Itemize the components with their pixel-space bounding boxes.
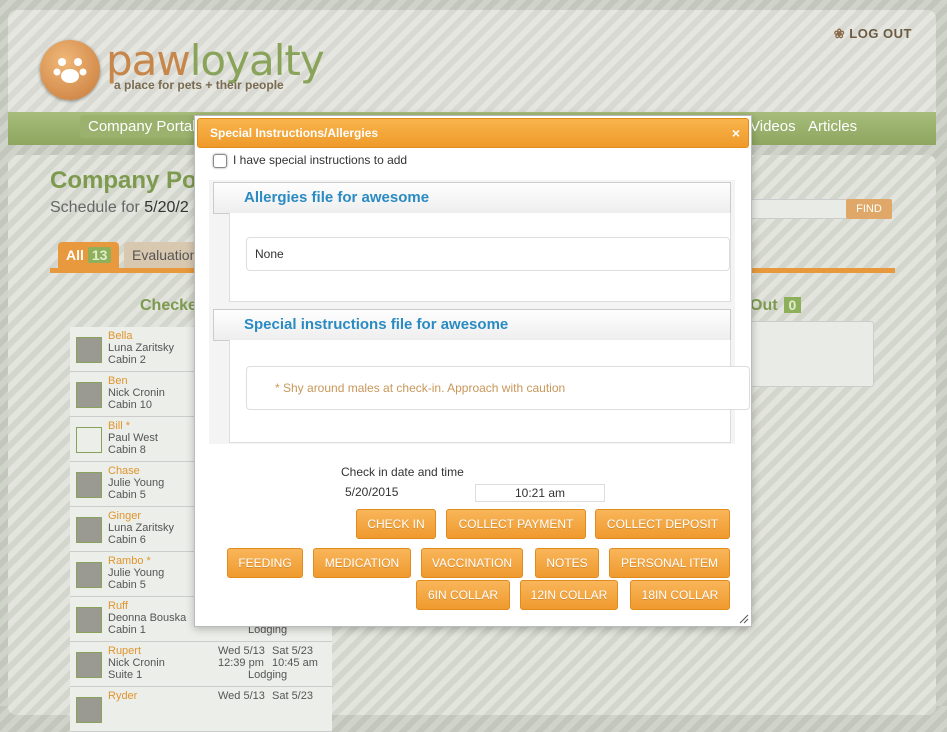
instructions-scroll-area[interactable]: Allergies file for awesome None Special … — [209, 180, 750, 444]
collar-18in-button[interactable]: 18IN COLLAR — [630, 580, 730, 610]
pet-photo — [76, 562, 102, 588]
tab-all[interactable]: All 13 — [58, 242, 120, 268]
personal-item-button[interactable]: PERSONAL ITEM — [609, 548, 730, 578]
paw-logo-icon[interactable] — [40, 40, 100, 100]
feeding-button[interactable]: FEEDING — [227, 548, 303, 578]
schedule-label: Schedule for 5/20/2 — [50, 199, 189, 216]
checkbox-label[interactable]: I have special instructions to add — [233, 153, 407, 167]
dialog-title: Special Instructions/Allergies — [210, 126, 379, 140]
pet-photo — [76, 697, 102, 723]
instructions-field[interactable]: * Shy around males at check-in. Approach… — [246, 366, 750, 410]
collect-payment-button[interactable]: COLLECT PAYMENT — [446, 509, 586, 539]
special-instructions-checkbox[interactable] — [213, 154, 227, 168]
check-in-button[interactable]: CHECK IN — [356, 509, 436, 539]
page-title: Company Po — [50, 167, 197, 194]
checkin-time-field[interactable]: 10:21 am — [475, 484, 605, 502]
pet-photo — [76, 652, 102, 678]
find-button[interactable]: FIND — [846, 199, 892, 219]
pet-photo — [76, 472, 102, 498]
tagline: a place for pets + their people — [114, 78, 284, 92]
checked-in-heading: Checke — [140, 297, 197, 314]
checkin-label: Check in date and time — [341, 465, 464, 479]
instructions-heading[interactable]: Special instructions file for awesome — [213, 309, 731, 341]
search-input[interactable] — [746, 199, 848, 219]
collar-12in-button[interactable]: 12IN COLLAR — [520, 580, 618, 610]
dialog-titlebar[interactable]: Special Instructions/Allergies × — [197, 118, 749, 148]
pet-photo — [76, 382, 102, 408]
count-badge: 13 — [87, 247, 112, 263]
checkin-date-field[interactable]: 5/20/2015 — [341, 484, 469, 500]
checked-out-heading: Out 0 — [750, 297, 802, 315]
nav-item-company-portal[interactable]: Company Portal — [80, 115, 204, 138]
paw-icon: ❀ — [833, 26, 846, 41]
resize-grip-icon[interactable] — [739, 614, 749, 624]
list-item[interactable]: Rupert Nick Cronin Suite 1 Wed 5/13 Sat … — [70, 642, 332, 687]
allergies-section: None — [229, 213, 731, 302]
allergies-heading[interactable]: Allergies file for awesome — [213, 182, 731, 214]
logout-link[interactable]: ❀ LOG OUT — [834, 26, 912, 42]
list-item[interactable]: Ryder Wed 5/13 Sat 5/23 — [70, 687, 332, 732]
nav-item-articles[interactable]: Articles — [808, 118, 857, 135]
special-instructions-dialog: Special Instructions/Allergies × I have … — [194, 115, 752, 627]
allergies-field[interactable]: None — [246, 237, 730, 271]
pet-photo — [76, 607, 102, 633]
close-icon[interactable]: × — [732, 119, 740, 147]
collar-6in-button[interactable]: 6IN COLLAR — [416, 580, 510, 610]
collect-deposit-button[interactable]: COLLECT DEPOSIT — [595, 509, 730, 539]
instructions-section: * Shy around males at check-in. Approach… — [229, 340, 750, 443]
nav-item-videos[interactable]: Videos — [750, 118, 796, 135]
vaccination-button[interactable]: VACCINATION — [421, 548, 523, 578]
pet-photo — [76, 337, 102, 363]
count-badge: 0 — [783, 297, 802, 313]
pet-photo — [76, 517, 102, 543]
notes-button[interactable]: NOTES — [535, 548, 599, 578]
pet-photo — [76, 427, 102, 453]
medication-button[interactable]: MEDICATION — [313, 548, 411, 578]
